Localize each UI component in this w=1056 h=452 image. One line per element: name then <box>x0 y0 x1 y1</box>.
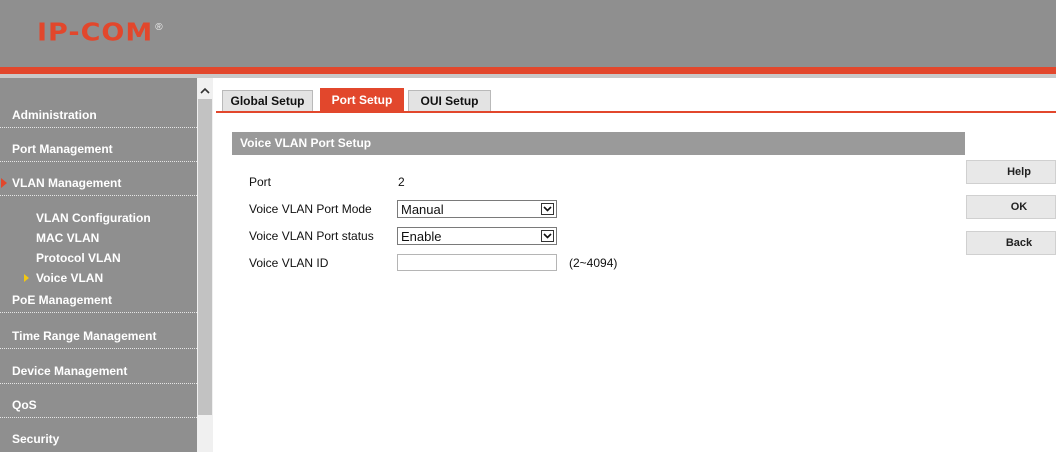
chevron-down-icon <box>541 203 554 215</box>
port-value: 2 <box>398 175 405 189</box>
port-label: Port <box>249 175 272 189</box>
port-status-select[interactable]: Enable <box>397 227 557 245</box>
vlan-id-input[interactable] <box>397 254 557 271</box>
sidebar-item-label: QoS <box>12 398 37 412</box>
ok-button[interactable]: OK <box>966 195 1056 219</box>
sidebar-item-label: Device Management <box>12 364 128 378</box>
sidebar-item-port-management[interactable]: Port Management <box>0 128 197 162</box>
subnav-mac-vlan[interactable]: MAC VLAN <box>36 231 99 245</box>
sidebar-item-label: Security <box>12 432 60 446</box>
ip-com-logo: IP-COM ® <box>37 18 163 48</box>
sidebar-item-time-range-management[interactable]: Time Range Management <box>0 313 197 349</box>
port-status-label: Voice VLAN Port status <box>249 229 374 243</box>
sidebar-item-poe-management[interactable]: PoE Management <box>0 278 197 313</box>
sidebar-item-label: Administration <box>12 108 97 122</box>
chevron-down-icon <box>541 230 554 242</box>
top-banner: IP-COM ® <box>0 0 1056 67</box>
port-status-value: Enable <box>401 229 442 244</box>
scroll-up-button[interactable] <box>197 84 213 96</box>
sidebar-item-qos[interactable]: QoS <box>0 384 197 418</box>
help-button[interactable]: Help <box>966 160 1056 184</box>
sidebar-item-security[interactable]: Security <box>0 418 197 452</box>
subnav-protocol-vlan[interactable]: Protocol VLAN <box>36 251 121 265</box>
sidebar-item-label: Port Management <box>12 142 113 156</box>
logo-text: IP-COM <box>37 18 154 47</box>
sidebar-item-vlan-management[interactable]: VLAN Management <box>0 162 197 196</box>
sidebar-nav: Administration Port Management VLAN Mana… <box>0 78 197 452</box>
back-button[interactable]: Back <box>966 231 1056 255</box>
tab-underline <box>216 111 1056 113</box>
sidebar-item-label: PoE Management <box>12 293 113 307</box>
sidebar-item-device-management[interactable]: Device Management <box>0 349 197 384</box>
subnav-vlan-configuration[interactable]: VLAN Configuration <box>36 211 151 225</box>
sidebar-item-label: VLAN Management <box>12 176 122 190</box>
app-window: IP-COM ® Administration Port Management … <box>0 0 1056 452</box>
tab-port-setup[interactable]: Port Setup <box>320 88 404 111</box>
vlan-id-range-hint: (2~4094) <box>569 256 618 270</box>
sidebar-item-administration[interactable]: Administration <box>0 94 197 128</box>
port-mode-label: Voice VLAN Port Mode <box>249 202 372 216</box>
registered-mark: ® <box>155 22 163 33</box>
section-header: Voice VLAN Port Setup <box>232 132 965 155</box>
tab-global-setup[interactable]: Global Setup <box>222 90 313 111</box>
section-title: Voice VLAN Port Setup <box>240 136 372 150</box>
port-mode-select[interactable]: Manual <box>397 200 557 218</box>
vlan-id-label: Voice VLAN ID <box>249 256 329 270</box>
sidebar-scrollbar[interactable] <box>197 78 213 452</box>
sidebar-item-label: Time Range Management <box>12 329 157 343</box>
header-accent-stripe <box>0 67 1056 74</box>
divider <box>0 195 197 196</box>
tab-oui-setup[interactable]: OUI Setup <box>408 90 491 111</box>
port-mode-value: Manual <box>401 202 444 217</box>
expanded-arrow-icon <box>1 178 7 188</box>
chevron-up-icon <box>200 87 210 94</box>
scroll-thumb[interactable] <box>198 99 212 415</box>
